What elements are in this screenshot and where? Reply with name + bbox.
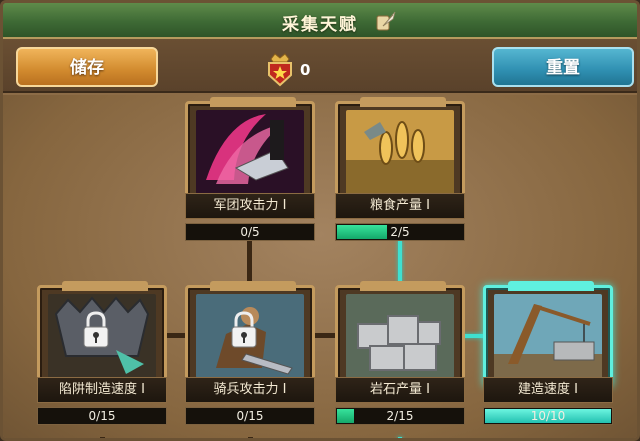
talent-name: 陷阱制造速度 I (37, 377, 167, 403)
reset-button[interactable]: 重置 (492, 47, 634, 87)
talent-progress-text: 0/15 (88, 409, 116, 423)
card-cap (360, 281, 446, 291)
stone-icon (346, 294, 454, 378)
talent-progress-bar: 0/15 (37, 407, 167, 425)
talent-progress-text: 0/5 (240, 225, 260, 239)
talent-progress-text: 10/10 (530, 409, 566, 423)
window-title: 采集天赋 (282, 15, 358, 35)
wheat-icon (346, 110, 454, 194)
talent-window: 采集天赋 储存 0 重置 军团攻击力 I 0/5 粮食产量 I 2/5 陷阱制造… (0, 0, 640, 441)
title-bar: 采集天赋 (3, 3, 637, 39)
talent-progress-bar: 0/5 (185, 223, 315, 241)
talent-progress-text: 2/5 (390, 225, 410, 239)
connector-line (100, 437, 105, 438)
talent-name: 建造速度 I (483, 377, 613, 403)
card-cap (210, 97, 296, 107)
talent-card[interactable] (335, 97, 465, 203)
talent-name: 岩石产量 I (335, 377, 465, 403)
talent-card[interactable] (37, 281, 167, 387)
active-connector-line (398, 437, 402, 438)
scroll-feather-icon (376, 11, 396, 31)
talent-progress-bar: 2/5 (335, 223, 465, 241)
talent-card[interactable] (335, 281, 465, 387)
talent-card[interactable] (185, 281, 315, 387)
store-button[interactable]: 储存 (16, 47, 158, 87)
lock-icon (83, 311, 109, 348)
talent-name: 粮食产量 I (335, 193, 465, 219)
card-cap (62, 281, 148, 291)
blade-icon (196, 110, 304, 194)
talent-progress-bar: 2/15 (335, 407, 465, 425)
connector-line (248, 437, 253, 438)
card-cap (360, 97, 446, 107)
crane-icon (494, 294, 602, 378)
crown-star-badge-icon (268, 53, 292, 87)
lock-icon (231, 311, 257, 348)
talent-progress-bar: 0/15 (185, 407, 315, 425)
talent-progress-text: 0/15 (236, 409, 264, 423)
talent-card[interactable] (483, 281, 613, 387)
card-cap (508, 281, 594, 291)
talent-progress-bar: 10/10 (483, 407, 613, 425)
talent-card[interactable] (185, 97, 315, 203)
talent-progress-text: 2/15 (386, 409, 414, 423)
talent-points-value: 0 (300, 61, 311, 79)
talent-name: 骑兵攻击力 I (185, 377, 315, 403)
talent-name: 军团攻击力 I (185, 193, 315, 219)
card-cap (210, 281, 296, 291)
